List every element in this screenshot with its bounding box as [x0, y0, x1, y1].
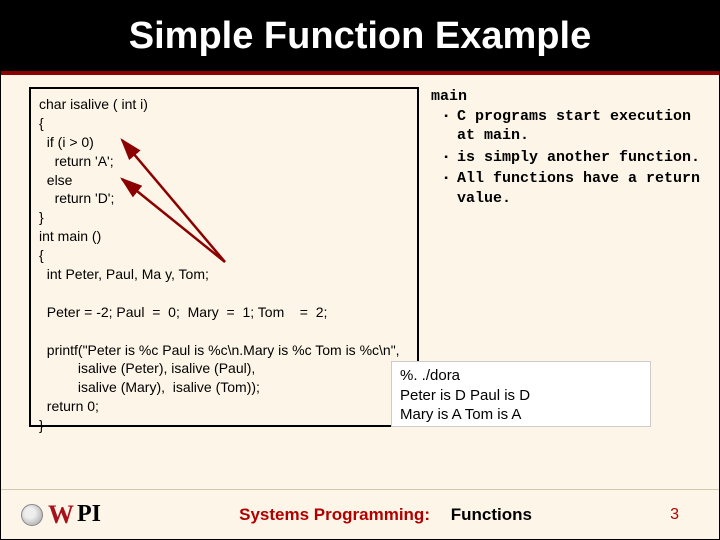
output-line: Mary is A Tom is A — [400, 405, 642, 425]
code-line: int main () — [39, 227, 409, 246]
notes-panel: main C programs start execution at main.… — [431, 87, 716, 210]
title-bar: Simple Function Example — [1, 1, 719, 75]
code-line: } — [39, 416, 409, 435]
output-line: %. ./dora — [400, 366, 642, 386]
code-line — [39, 284, 409, 303]
code-line: { — [39, 246, 409, 265]
code-line: { — [39, 114, 409, 133]
program-output: %. ./dora Peter is D Paul is D Mary is A… — [391, 361, 651, 427]
code-line: return 'D'; — [39, 189, 409, 208]
code-line: printf("Peter is %c Paul is %c\n.Mary is… — [39, 341, 409, 360]
note-bullet: C programs start execution at main. — [443, 107, 716, 146]
code-line — [39, 322, 409, 341]
code-line: if (i > 0) — [39, 133, 409, 152]
slide-footer: W PI Systems Programming: Functions 3 — [1, 489, 719, 539]
wpi-logo: W PI — [21, 500, 101, 530]
footer-caption: Systems Programming: Functions — [101, 505, 670, 525]
code-line: isalive (Mary), isalive (Tom)); — [39, 378, 409, 397]
logo-head-icon — [21, 504, 43, 526]
code-line: } — [39, 208, 409, 227]
code-line: int Peter, Paul, Ma y, Tom; — [39, 265, 409, 284]
footer-subtopic: Functions — [451, 505, 532, 524]
notes-heading: main — [431, 87, 716, 107]
logo-letters-pi: PI — [77, 501, 101, 528]
code-line: char isalive ( int i) — [39, 95, 409, 114]
code-line: else — [39, 171, 409, 190]
note-bullet: is simply another function. — [443, 148, 716, 168]
footer-topic: Systems Programming: — [239, 505, 430, 524]
page-number: 3 — [670, 506, 699, 524]
logo-letter-w: W — [48, 500, 74, 530]
slide-title: Simple Function Example — [129, 15, 591, 58]
slide-content: char isalive ( int i) { if (i > 0) retur… — [1, 75, 719, 491]
code-line: Peter = -2; Paul = 0; Mary = 1; Tom = 2; — [39, 303, 409, 322]
output-line: Peter is D Paul is D — [400, 386, 642, 406]
code-line: return 0; — [39, 397, 409, 416]
code-line: isalive (Peter), isalive (Paul), — [39, 359, 409, 378]
code-line: return 'A'; — [39, 152, 409, 171]
code-listing: char isalive ( int i) { if (i > 0) retur… — [29, 87, 419, 427]
note-bullet: All functions have a return value. — [443, 169, 716, 208]
